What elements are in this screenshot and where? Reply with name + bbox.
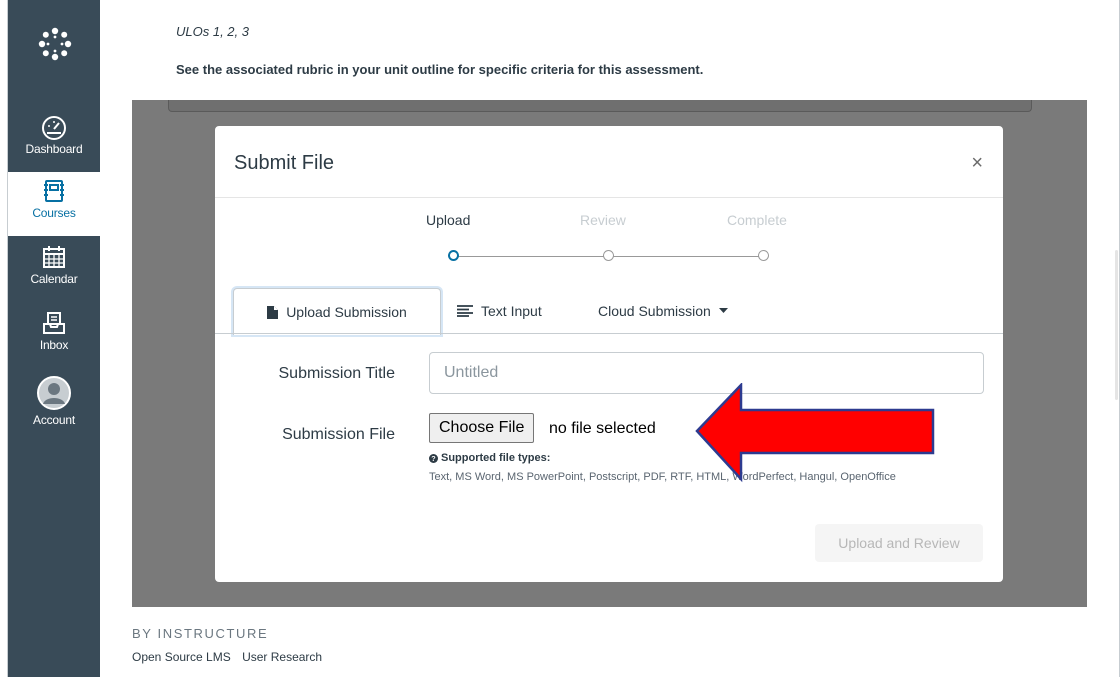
supported-types-label: Supported file types:	[441, 452, 551, 464]
question-circle-icon: ?	[429, 453, 438, 463]
global-navigation: Dashboard Courses Calendar Inbox Account	[8, 0, 100, 677]
tab-text-input-label: Text Input	[481, 303, 542, 319]
choose-file-button[interactable]: Choose File	[429, 413, 535, 443]
close-icon[interactable]: ×	[971, 152, 983, 175]
footer-link-open-source[interactable]: Open Source LMS	[132, 650, 231, 664]
inbox-icon	[43, 312, 65, 334]
tab-upload-submission[interactable]: Upload Submission	[233, 288, 441, 335]
submit-file-dialog: Submit File × Upload Review Complete Upl…	[215, 126, 1003, 582]
no-file-selected-text: no file selected	[549, 420, 656, 437]
nav-courses[interactable]: Courses	[8, 172, 100, 236]
step-complete-marker	[758, 250, 769, 261]
footer-links: Open Source LMS User Research	[132, 650, 330, 664]
submission-file-label: Submission File	[282, 426, 395, 443]
file-icon	[267, 305, 279, 319]
footer-link-user-research[interactable]: User Research	[242, 650, 322, 664]
ulos-text: ULOs 1, 2, 3	[176, 24, 249, 39]
upload-and-review-button[interactable]: Upload and Review	[815, 524, 983, 562]
calendar-icon	[43, 246, 65, 268]
nav-dashboard[interactable]: Dashboard	[8, 114, 100, 170]
nav-account-label: Account	[33, 413, 75, 427]
tabs-divider	[215, 333, 1003, 334]
tab-upload-submission-label: Upload Submission	[286, 304, 407, 320]
nav-dashboard-label: Dashboard	[25, 142, 83, 156]
supported-types-heading: ? Supported file types:	[429, 452, 550, 464]
nav-inbox[interactable]: Inbox	[8, 310, 100, 366]
step-upload-label: Upload	[426, 212, 471, 228]
nav-calendar-label: Calendar	[30, 272, 78, 286]
red-arrow-annotation	[695, 383, 935, 483]
nav-inbox-label: Inbox	[39, 338, 69, 352]
left-edge	[0, 0, 8, 677]
courses-icon	[44, 180, 64, 202]
submission-title-label: Submission Title	[278, 365, 396, 382]
step-upload-marker	[448, 250, 459, 261]
step-complete-label: Complete	[727, 212, 787, 228]
footer-brand[interactable]: BY INSTRUCTURE	[132, 626, 268, 641]
caret-down-icon	[718, 308, 728, 313]
background-panel	[168, 100, 1032, 112]
account-icon	[37, 376, 71, 410]
rubric-note: See the associated rubric in your unit o…	[176, 62, 704, 77]
dialog-divider	[215, 197, 1003, 198]
nav-calendar[interactable]: Calendar	[8, 244, 100, 300]
nav-courses-label: Courses	[32, 206, 76, 220]
svg-text:?: ?	[431, 454, 435, 463]
text-align-icon	[457, 305, 473, 317]
tab-cloud-submission[interactable]: Cloud Submission	[598, 288, 728, 334]
tab-text-input[interactable]: Text Input	[457, 288, 542, 334]
step-review-marker	[603, 250, 614, 261]
tab-cloud-submission-label: Cloud Submission	[598, 303, 711, 319]
canvas-logo-icon[interactable]	[35, 24, 75, 64]
dashboard-icon	[42, 116, 66, 140]
scrollbar[interactable]	[1115, 250, 1118, 400]
nav-account[interactable]: Account	[8, 375, 100, 437]
step-review-label: Review	[580, 212, 626, 228]
dialog-title: Submit File	[234, 152, 335, 174]
